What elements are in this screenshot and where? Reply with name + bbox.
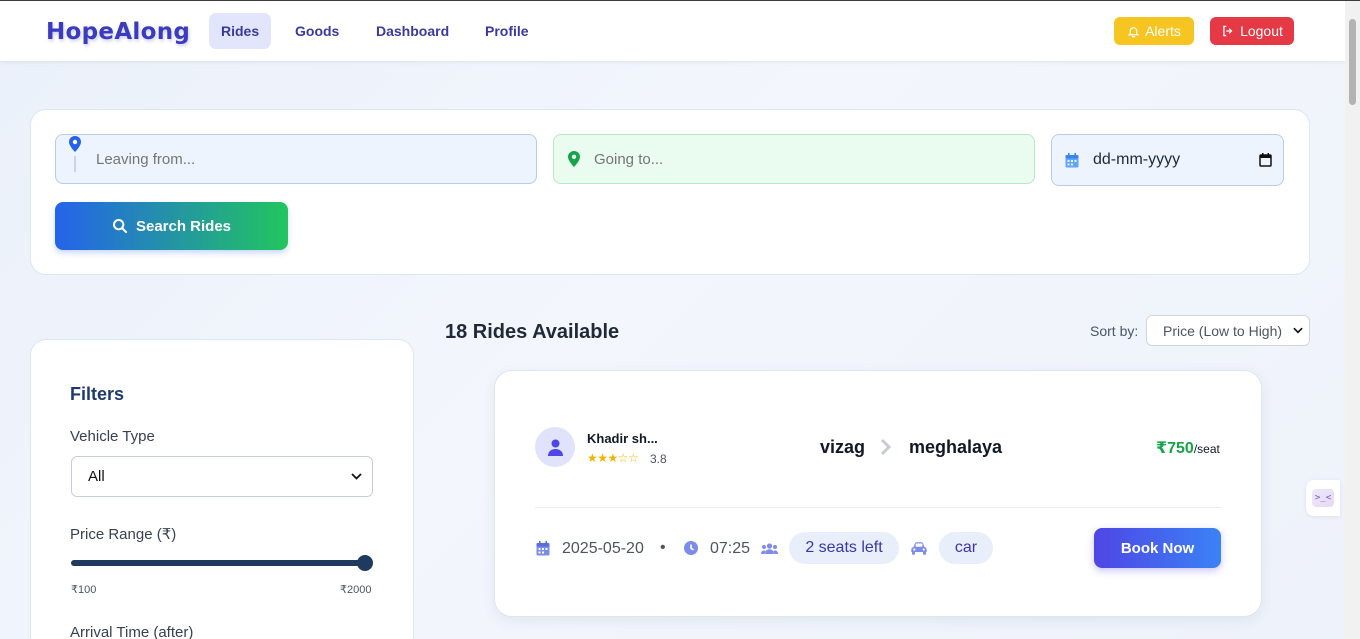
chevron-down-icon bbox=[1293, 327, 1303, 334]
nav-rides[interactable]: Rides bbox=[209, 13, 272, 49]
route-from: vizag bbox=[820, 437, 866, 457]
price-range-max: ₹2000 bbox=[340, 584, 372, 596]
seats-left-badge: 2 seats left bbox=[789, 532, 899, 564]
leaving-from-input[interactable] bbox=[96, 150, 536, 168]
meta-separator: • bbox=[660, 539, 666, 556]
side-widget[interactable]: >_< bbox=[1306, 480, 1340, 516]
vehicle-type-select[interactable]: All bbox=[71, 456, 373, 497]
nav-dashboard[interactable]: Dashboard bbox=[364, 13, 461, 49]
driver-avatar bbox=[535, 427, 575, 467]
rating-value: 3.8 bbox=[650, 452, 667, 466]
calendar-icon bbox=[1065, 152, 1079, 167]
card-divider bbox=[535, 507, 1221, 508]
page-scrollbar[interactable] bbox=[1345, 1, 1360, 639]
leaving-from-field[interactable] bbox=[55, 134, 537, 184]
nav-goods[interactable]: Goods bbox=[283, 13, 351, 49]
search-rides-button[interactable]: Search Rides bbox=[55, 202, 288, 250]
side-widget-glyph: >_< bbox=[1311, 489, 1335, 507]
calendar-picker-icon[interactable] bbox=[1259, 153, 1272, 167]
rides-count: 18 Rides Available bbox=[445, 321, 620, 343]
users-icon bbox=[761, 543, 778, 554]
ride-card bbox=[494, 370, 1262, 617]
per-seat: /seat bbox=[1193, 442, 1220, 456]
book-now-button[interactable]: Book Now bbox=[1094, 528, 1221, 568]
sort-label: Sort by: bbox=[1090, 323, 1139, 339]
chevron-right-icon bbox=[880, 438, 892, 456]
alerts-label: Alerts bbox=[1145, 23, 1181, 39]
route-to: meghalaya bbox=[909, 437, 1003, 457]
price-range-min: ₹100 bbox=[71, 584, 97, 596]
price-range-track[interactable] bbox=[71, 560, 365, 566]
ride-price: ₹750/seat bbox=[1156, 438, 1220, 458]
navbar: HopeAlong Rides Goods Dashboard Profile … bbox=[0, 1, 1345, 61]
ride-date: 2025-05-20 bbox=[562, 540, 644, 557]
driver-name: Khadir sh... bbox=[587, 431, 658, 446]
date-field[interactable]: dd-mm-yyyy bbox=[1051, 134, 1284, 186]
user-icon bbox=[547, 439, 563, 456]
chevron-down-icon bbox=[351, 473, 362, 480]
logout-button[interactable]: Logout bbox=[1210, 17, 1294, 45]
ride-time: 07:25 bbox=[710, 540, 751, 557]
price-value: ₹750 bbox=[1156, 440, 1194, 457]
vehicle-badge: car bbox=[939, 532, 993, 564]
search-icon bbox=[112, 219, 128, 234]
going-to-input[interactable] bbox=[594, 150, 1034, 168]
sort-select[interactable]: Price (Low to High) bbox=[1146, 315, 1310, 346]
price-range-thumb[interactable] bbox=[357, 555, 373, 571]
search-rides-label: Search Rides bbox=[135, 217, 232, 235]
filters-title: Filters bbox=[70, 384, 125, 404]
nav-profile[interactable]: Profile bbox=[473, 13, 541, 49]
app-logo[interactable]: HopeAlong bbox=[46, 19, 190, 45]
price-range-label: Price Range (₹) bbox=[70, 526, 177, 543]
rating-stars: ★★★☆☆ bbox=[587, 451, 639, 465]
car-icon bbox=[911, 542, 927, 555]
sort-value: Price (Low to High) bbox=[1163, 322, 1283, 339]
alerts-button[interactable]: Alerts bbox=[1114, 17, 1194, 45]
location-dot-icon bbox=[568, 151, 580, 167]
vehicle-type-value: All bbox=[88, 468, 105, 485]
logout-label: Logout bbox=[1240, 23, 1283, 39]
map-pin-icon bbox=[69, 136, 81, 172]
logout-icon bbox=[1223, 25, 1233, 37]
vehicle-type-label: Vehicle Type bbox=[70, 428, 155, 445]
date-input-text: dd-mm-yyyy bbox=[1093, 151, 1181, 168]
calendar-icon bbox=[536, 541, 550, 556]
scrollbar-thumb[interactable] bbox=[1349, 19, 1356, 105]
arrival-time-label: Arrival Time (after) bbox=[70, 624, 194, 639]
going-to-field[interactable] bbox=[553, 134, 1035, 184]
clock-icon bbox=[684, 541, 698, 555]
bell-icon bbox=[1127, 26, 1140, 38]
